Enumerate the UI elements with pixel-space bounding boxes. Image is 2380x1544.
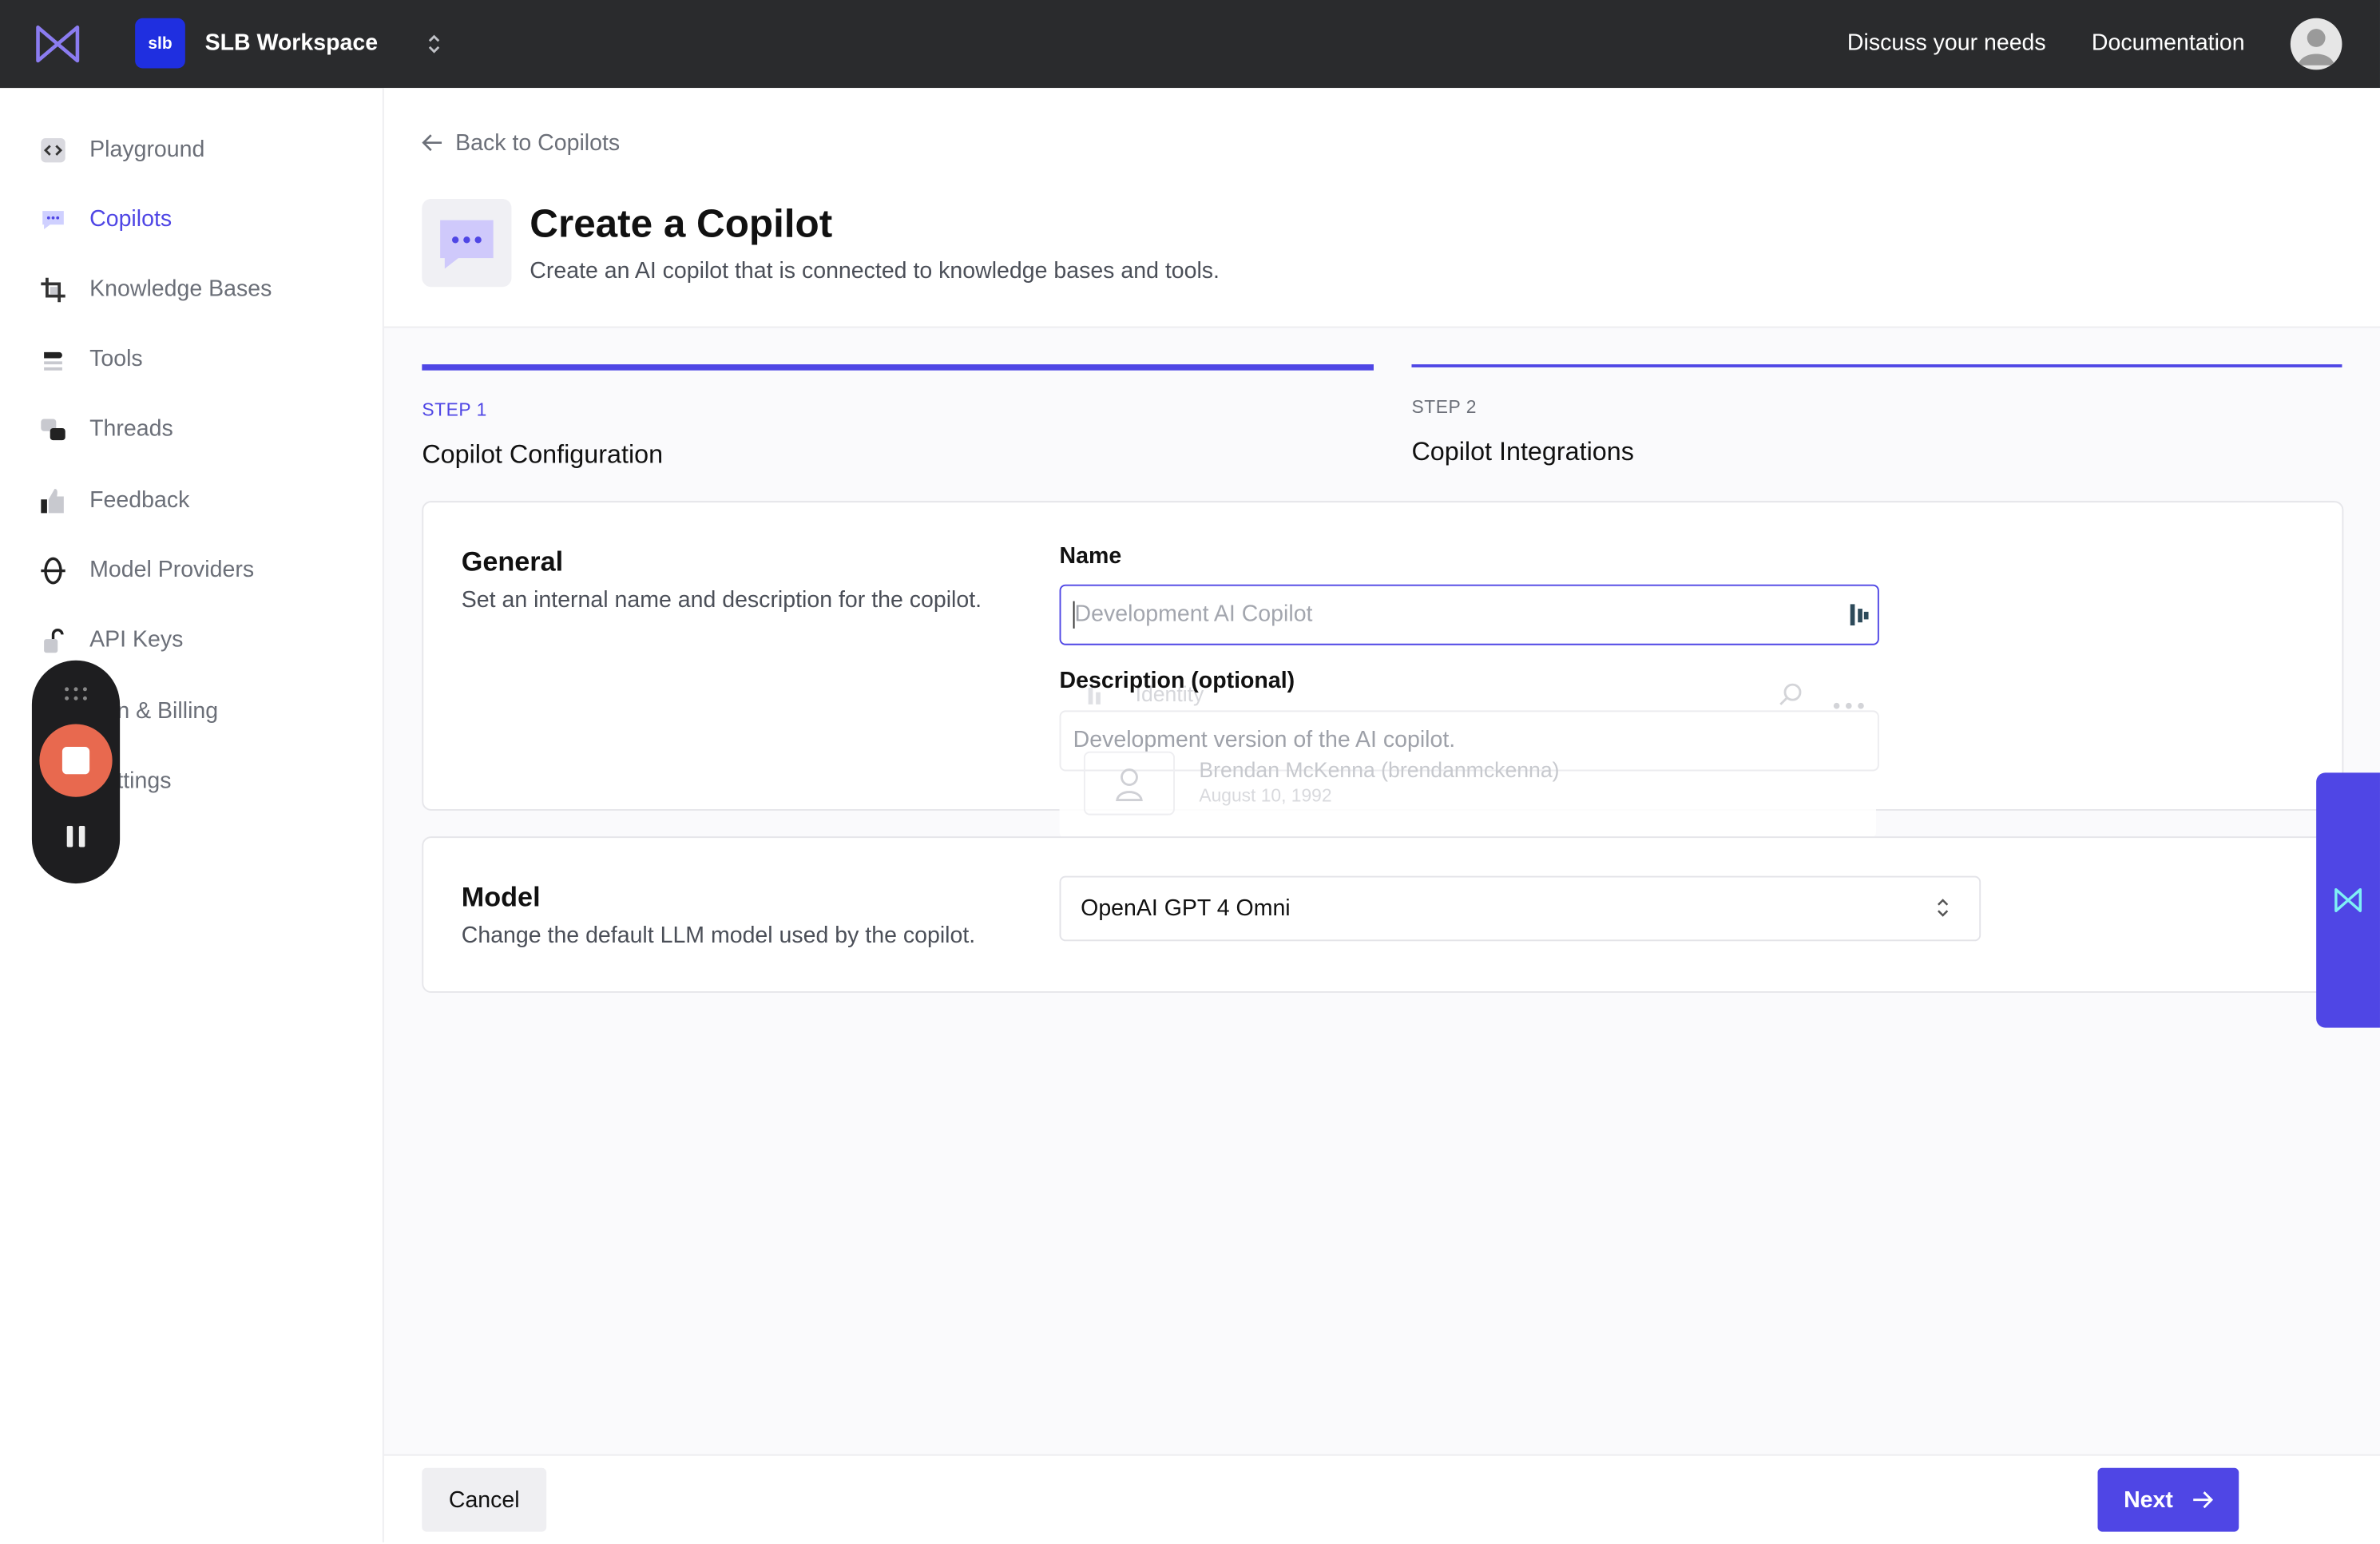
description-placeholder: Development version of the AI copilot. [1073,727,1456,753]
back-to-copilots-link[interactable]: Back to Copilots [422,130,621,157]
cancel-button[interactable]: Cancel [422,1467,547,1532]
page-subtitle: Create an AI copilot that is connected t… [530,258,1220,284]
arrow-left-icon [422,134,442,152]
threads-icon [39,416,66,443]
sidebar-item-label: ttings [117,768,172,794]
stop-recording-button[interactable] [39,724,113,797]
sidebar-item-copilots[interactable]: Copilots [0,190,383,251]
globe-icon [39,557,66,585]
model-select[interactable]: OpenAI GPT 4 Omni [1059,875,1981,942]
step-2-number: STEP 2 [1411,396,1478,418]
footer-bar [383,1454,2380,1544]
person-avatar-icon [1083,751,1175,816]
discuss-needs-link[interactable]: Discuss your needs [1847,30,2046,56]
sidebar-item-label: API Keys [89,626,184,653]
recording-widget [31,660,121,884]
sidebar-item-api-keys[interactable]: API Keys [0,610,383,671]
workspace-logo: slb [135,18,185,69]
pause-icon[interactable] [66,825,85,855]
thumbs-up-icon [39,487,66,514]
next-label: Next [2124,1486,2173,1513]
autofill-person-name[interactable]: Brendan McKenna (brendanmckenna) [1199,757,1559,781]
sidebar-item-threads[interactable]: Threads [0,399,383,460]
page-title: Create a Copilot [530,200,833,246]
arrow-right-icon [2192,1490,2213,1508]
search-icon[interactable] [1779,681,1803,713]
step-2-progress [1411,364,2342,367]
sidebar-item-label: Copilots [89,206,173,232]
app-logo-icon [2333,887,2363,922]
sidebar-item-feedback[interactable]: Feedback [0,470,383,531]
step-1-title[interactable]: Copilot Configuration [422,440,663,470]
user-avatar[interactable] [2290,18,2342,70]
assistant-side-tab[interactable] [2316,772,2380,1028]
unlock-icon [39,627,66,654]
code-icon [39,137,66,164]
password-manager-icon[interactable] [1849,602,1870,634]
sidebar-item-label: Tools [89,346,143,372]
general-title: General [461,546,564,578]
model-subtitle: Change the default LLM model used by the… [461,923,976,949]
step-2-title[interactable]: Copilot Integrations [1411,437,1633,467]
step-1-progress [422,364,1374,371]
autofill-person-date: August 10, 1992 [1199,784,1332,807]
sidebar-item-knowledge-bases[interactable]: Knowledge Bases [0,260,383,320]
chat-icon [39,206,66,233]
workspace-switcher-icon[interactable] [425,30,443,65]
sidebar-item-label: Feedback [89,487,190,514]
top-bar: slb SLB Workspace Discuss your needs Doc… [0,0,2380,89]
sidebar-item-tools[interactable]: Tools [0,329,383,390]
crop-icon [39,276,66,304]
copilot-chat-icon [422,198,512,288]
tools-icon [39,346,66,373]
step-1-number: STEP 1 [422,399,487,421]
documentation-link[interactable]: Documentation [2092,30,2245,56]
sidebar-item-label: Knowledge Bases [89,276,272,303]
name-placeholder: Development AI Copilot [1074,601,1313,627]
app-logo-icon[interactable] [34,23,82,73]
back-label: Back to Copilots [455,130,621,157]
general-subtitle: Set an internal name and description for… [461,587,982,613]
sidebar-item-playground[interactable]: Playground [0,120,383,181]
sidebar-item-label: Model Providers [89,557,255,583]
sidebar-item-label: n & Billing [117,698,219,724]
sidebar-item-model-providers[interactable]: Model Providers [0,541,383,601]
next-button[interactable]: Next [2097,1467,2239,1532]
sidebar-item-label: Playground [89,137,205,163]
name-input[interactable]: Development AI Copilot [1059,584,1879,645]
sidebar-item-label: Threads [89,415,173,443]
description-label: Description (optional) [1059,668,1295,694]
model-title: Model [461,882,541,913]
drag-handle-icon[interactable] [62,681,89,708]
model-selected-value: OpenAI GPT 4 Omni [1081,895,1291,922]
name-label: Name [1059,543,1122,570]
workspace-name[interactable]: SLB Workspace [205,30,379,56]
chevron-up-down-icon [1935,895,1950,927]
